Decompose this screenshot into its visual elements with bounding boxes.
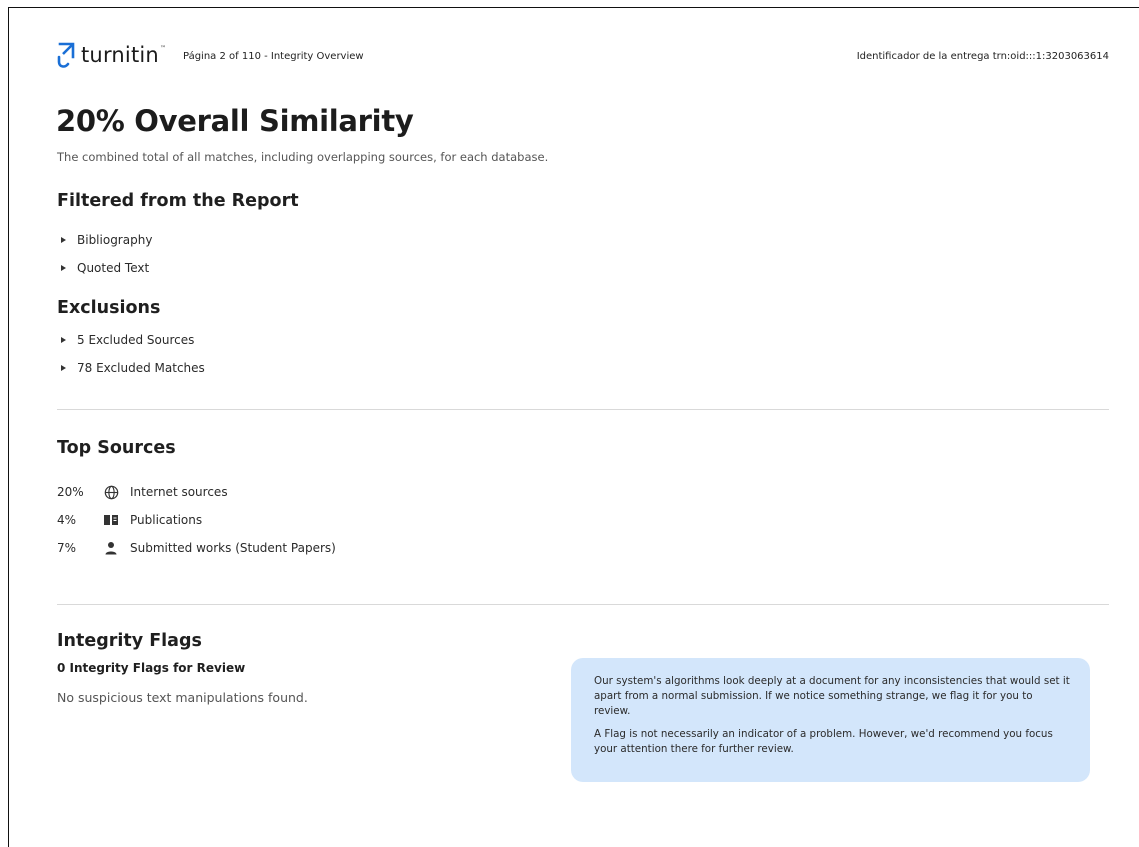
list-item: Bibliography	[61, 226, 152, 254]
info-paragraph: A Flag is not necessarily an indicator o…	[594, 728, 1053, 755]
source-percent: 7%	[57, 541, 77, 555]
bullet-triangle-icon	[61, 265, 66, 271]
list-item-label: Quoted Text	[77, 261, 150, 275]
turnitin-logo: turnitin ™	[57, 40, 166, 72]
integrity-flags-count: 0 Integrity Flags for Review	[57, 661, 246, 675]
top-sources-heading: Top Sources	[57, 438, 176, 458]
filtered-heading: Filtered from the Report	[57, 191, 299, 211]
page-header: turnitin ™ Página 2 of 110 - Integrity O…	[57, 40, 1109, 74]
list-item-label: Bibliography	[77, 233, 153, 247]
section-divider	[57, 409, 1109, 410]
logo-wordmark: turnitin	[81, 43, 159, 67]
integrity-flags-status: No suspicious text manipulations found.	[57, 690, 308, 705]
bullet-triangle-icon	[61, 337, 66, 343]
info-paragraph: Our system's algorithms look deeply at a…	[594, 675, 1070, 717]
similarity-description: The combined total of all matches, inclu…	[57, 150, 549, 164]
list-item: 78 Excluded Matches	[61, 354, 205, 382]
source-row-publications: 4% Publications	[57, 506, 336, 534]
overall-similarity-title: 20% Overall Similarity	[56, 104, 414, 138]
trademark-mark: ™	[159, 44, 166, 52]
source-row-internet: 20% Internet sources	[57, 478, 336, 506]
source-label: Submitted works (Student Papers)	[130, 541, 336, 555]
list-item: 5 Excluded Sources	[61, 326, 205, 354]
source-label: Publications	[130, 513, 203, 527]
section-divider	[57, 604, 1109, 605]
source-percent: 4%	[57, 513, 77, 527]
source-row-submitted-works: 7% Submitted works (Student Papers)	[57, 534, 336, 562]
list-item-label: 5 Excluded Sources	[77, 333, 195, 347]
integrity-info-box: Our system's algorithms look deeply at a…	[571, 658, 1090, 782]
source-percent: 20%	[57, 485, 84, 499]
filtered-list: Bibliography Quoted Text	[61, 226, 152, 282]
top-sources-list: 20% Internet sources 4% Publications 7%	[57, 478, 336, 562]
turnitin-logo-icon	[57, 42, 75, 68]
source-label: Internet sources	[130, 485, 228, 499]
book-icon	[103, 512, 119, 528]
person-icon	[103, 540, 119, 556]
exclusions-heading: Exclusions	[57, 298, 161, 318]
bullet-triangle-icon	[61, 365, 66, 371]
bullet-triangle-icon	[61, 237, 66, 243]
globe-icon	[103, 484, 119, 500]
list-item-label: 78 Excluded Matches	[77, 361, 205, 375]
integrity-flags-heading: Integrity Flags	[57, 631, 202, 651]
page-info: Página 2 of 110 - Integrity Overview	[183, 51, 364, 62]
list-item: Quoted Text	[61, 254, 152, 282]
exclusions-list: 5 Excluded Sources 78 Excluded Matches	[61, 326, 205, 382]
submission-id: Identificador de la entrega trn:oid:::1:…	[856, 51, 1109, 62]
